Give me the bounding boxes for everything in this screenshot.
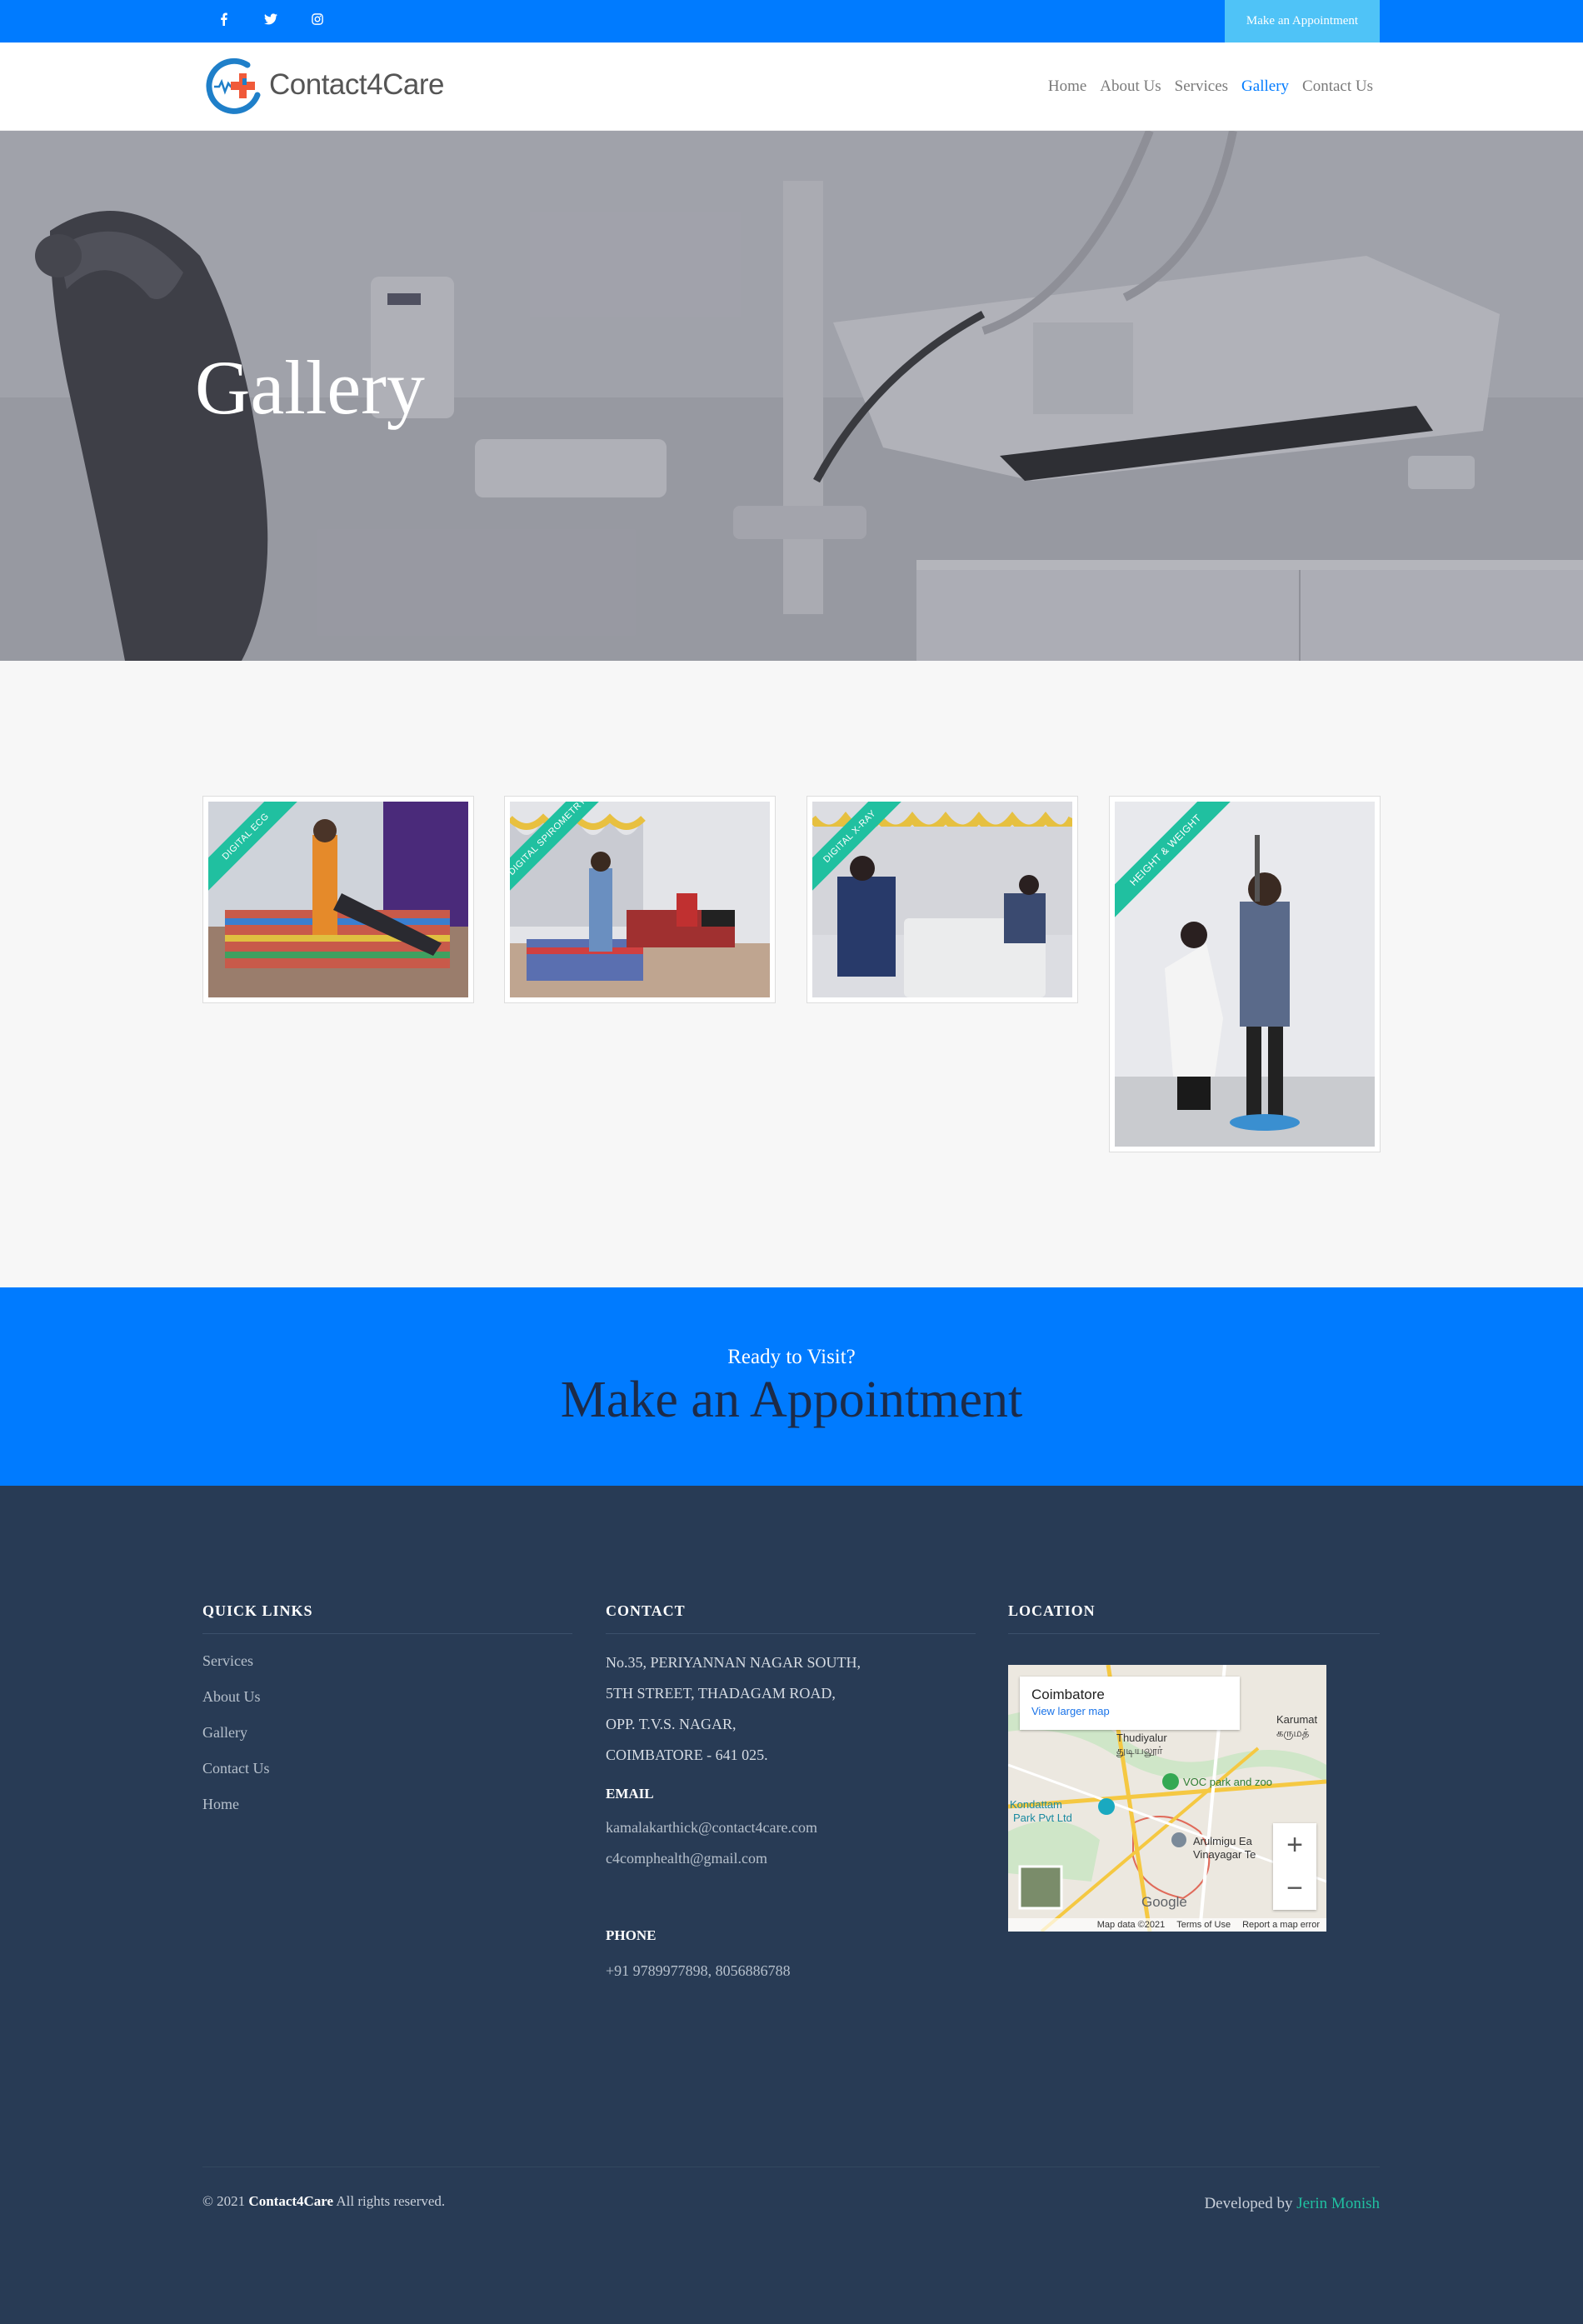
instagram-icon[interactable] [294,0,341,38]
address-line: 5TH STREET, THADAGAM ROAD, [606,1685,836,1702]
developer-link[interactable]: Jerin Monish [1296,2195,1380,2212]
map-label: VOC park and zoo [1183,1776,1272,1788]
nav-gallery[interactable]: Gallery [1235,77,1296,96]
gallery-item-digital-xray[interactable]: DIGITAL X-RAY [806,796,1078,1003]
phone-number[interactable]: +91 9789977898, 8056886788 [606,1956,976,1987]
brand-name: Contact4Care [269,68,444,101]
nav-home[interactable]: Home [1041,77,1093,96]
quick-links-column: QUICK LINKS Services About Us Gallery Co… [202,1602,572,1813]
view-larger-map-link[interactable]: View larger map [1031,1705,1228,1717]
address: No.35, PERIYANNAN NAGAR SOUTH, 5TH STREE… [606,1647,976,1771]
footer-link-services[interactable]: Services [202,1652,572,1670]
copyright-text: © 2021 Contact4Care All rights reserved. [202,2193,445,2210]
gallery-image: DIGITAL X-RAY [812,802,1072,997]
nav-contact-us[interactable]: Contact Us [1296,77,1380,96]
page-title: Gallery [195,345,425,430]
make-appointment-button[interactable]: Make an Appointment [1225,0,1380,42]
site-footer: QUICK LINKS Services About Us Gallery Co… [0,1486,1583,2324]
appointment-banner[interactable]: Ready to Visit? Make an Appointment [0,1287,1583,1486]
footer-link-contact-us[interactable]: Contact Us [202,1760,572,1777]
gallery-item-height-weight[interactable]: HEIGHT & WEIGHT [1109,796,1381,1152]
address-line: No.35, PERIYANNAN NAGAR SOUTH, [606,1654,861,1671]
terms-link[interactable]: Terms of Use [1176,1920,1231,1930]
map-label: Kondattam [1010,1798,1062,1811]
map-label: Park Pvt Ltd [1013,1812,1072,1824]
footer-link-about-us[interactable]: About Us [202,1688,572,1706]
twitter-icon[interactable] [247,0,294,38]
facebook-icon[interactable] [201,0,247,38]
contact-heading: CONTACT [606,1602,976,1634]
footer-link-home[interactable]: Home [202,1796,572,1813]
map-label: Vinayagar Te [1193,1848,1256,1861]
nav-services[interactable]: Services [1168,77,1235,96]
location-column: LOCATION Thudiyalur துடியலூர் VOC park a… [1008,1602,1380,1932]
map-label: Thudiyalur [1116,1732,1167,1744]
map-title: Coimbatore [1031,1687,1105,1702]
map-label: கருமத் [1276,1727,1310,1739]
map-label: துடியலூர் [1116,1744,1163,1757]
zoom-in-button[interactable]: + [1273,1823,1316,1867]
social-links [201,0,341,38]
gallery-item-digital-spirometry[interactable]: DIGITAL SPIROMETRY [504,796,776,1003]
top-bar: Make an Appointment [0,0,1583,42]
contact-column: CONTACT No.35, PERIYANNAN NAGAR SOUTH, 5… [606,1602,976,1987]
copyright-suffix: All rights reserved. [336,2193,446,2209]
phone-heading: PHONE [606,1927,657,1943]
location-heading: LOCATION [1008,1602,1380,1634]
report-map-error-link[interactable]: Report a map error [1242,1920,1320,1930]
map-info-card: Coimbatore View larger map [1020,1677,1240,1730]
copyright-year: © 2021 [202,2193,246,2209]
map-zoom-controls: + − [1273,1823,1316,1910]
cta-title[interactable]: Make an Appointment [0,1371,1583,1430]
hero-banner: Gallery [0,131,1583,661]
developed-by-label: Developed by [1204,2195,1293,2212]
cta-subtitle: Ready to Visit? [727,1346,856,1368]
map-label: Karumat [1276,1713,1318,1726]
google-logo: Google [1141,1894,1187,1910]
gallery-image: DIGITAL SPIROMETRY [510,802,770,997]
gallery-section: DIGITAL ECG DIGITAL SPIROMETRY DIGITAL X… [0,661,1583,1287]
map-data-text: Map data ©2021 [1096,1920,1166,1930]
site-header: Contact4Care Home About Us Services Gall… [0,42,1583,131]
gallery-image: HEIGHT & WEIGHT [1115,802,1375,1147]
gallery-item-digital-ecg[interactable]: DIGITAL ECG [202,796,474,1003]
nav-about-us[interactable]: About Us [1093,77,1167,96]
footer-link-gallery[interactable]: Gallery [202,1724,572,1742]
email-link[interactable]: kamalakarthick@contact4care.com [606,1812,976,1843]
email-link[interactable]: c4comphealth@gmail.com [606,1843,976,1874]
map-label: Arulmigu Ea [1193,1835,1252,1847]
map-attribution: Map data ©2021 Terms of Use Report a map… [1008,1918,1326,1932]
developer-credit: Developed by Jerin Monish [1204,2195,1380,2213]
address-line: OPP. T.V.S. NAGAR, [606,1716,737,1732]
main-nav: Home About Us Services Gallery Contact U… [1041,42,1380,131]
gallery-image: DIGITAL ECG [208,802,468,997]
location-map[interactable]: Thudiyalur துடியலூர் VOC park and zoo Ko… [1008,1665,1326,1932]
logo-icon [206,57,261,114]
email-heading: EMAIL [606,1786,654,1802]
brand-logo[interactable]: Contact4Care [202,53,444,117]
address-line: COIMBATORE - 641 025. [606,1747,768,1763]
zoom-out-button[interactable]: − [1273,1867,1316,1910]
copyright-brand: Contact4Care [248,2193,334,2209]
quick-links-heading: QUICK LINKS [202,1602,572,1634]
